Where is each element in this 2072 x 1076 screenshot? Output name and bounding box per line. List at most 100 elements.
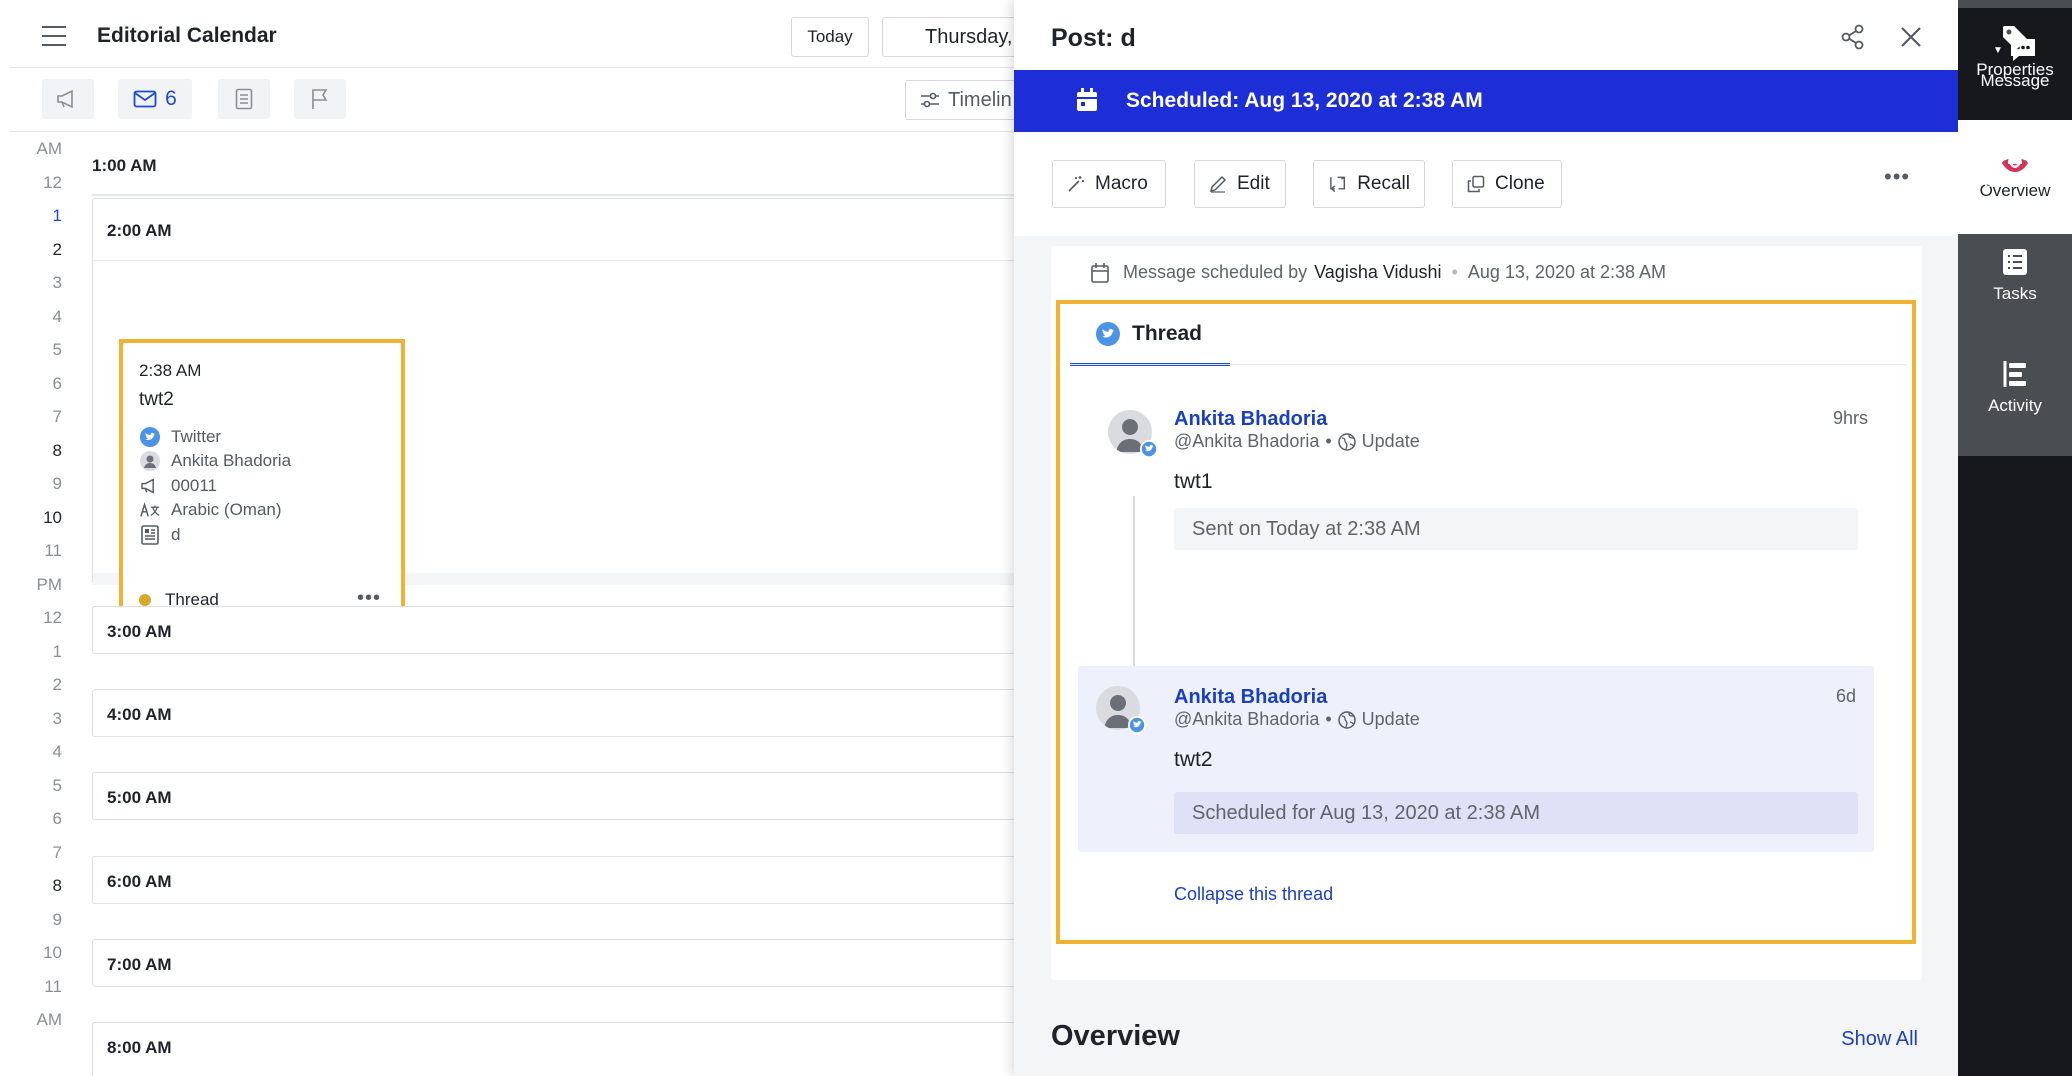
hour-label: 5 — [52, 340, 62, 359]
thread-section: Thread Ankita Bhadoria @Ankita Bhadoria … — [1056, 300, 1916, 944]
edit-button[interactable]: Edit — [1194, 160, 1286, 208]
hour-label: 9 — [52, 909, 62, 929]
tag-icon — [2003, 26, 2027, 50]
hour-label: 9 — [52, 474, 62, 493]
slot-5am-label: 5:00 AM — [107, 788, 172, 807]
hamburger-menu-icon[interactable] — [40, 22, 70, 52]
more-actions-icon[interactable]: ••• — [1884, 166, 1910, 188]
twitter-icon — [1096, 321, 1120, 346]
calendar-small-icon — [1091, 262, 1109, 283]
rail-collaborate-label: Collaborate — [1971, 172, 2059, 191]
clone-icon — [1467, 175, 1485, 193]
hour-label: 2 — [52, 239, 62, 259]
twitter-badge-icon — [1140, 440, 1158, 458]
hour-label: 2 — [52, 675, 62, 694]
tweet-author-name[interactable]: Ankita Bhadoria — [1174, 408, 1327, 431]
hour-label: 10 — [43, 943, 62, 962]
task-list-icon — [2003, 249, 2027, 275]
thread-tweet-selected: Ankita Bhadoria @Ankita Bhadoria • Updat… — [1078, 666, 1874, 852]
hour-label: 5 — [52, 775, 62, 795]
meta-separator-dot: • — [1451, 262, 1458, 282]
campaign-filter-button[interactable] — [42, 79, 94, 119]
hour-label: 3 — [52, 273, 62, 292]
macro-label: Macro — [1095, 173, 1148, 194]
message-count: 6 — [165, 87, 177, 110]
user-avatar-icon — [139, 450, 161, 472]
language-icon — [139, 499, 161, 521]
more-options-icon[interactable]: ••• — [357, 588, 381, 608]
today-button[interactable]: Today — [791, 17, 869, 57]
share-icon[interactable] — [1840, 24, 1868, 52]
right-rail: ▼ Message Overview Properties Collaborat… — [1958, 0, 2072, 1076]
tab-thread-label: Thread — [1132, 321, 1203, 345]
recall-icon — [1330, 176, 1346, 193]
tweet-action: Update — [1361, 431, 1420, 451]
scheduled-post-card[interactable]: 2:38 AM twt2 Twitter Ankita Bhadoria 000… — [119, 339, 405, 622]
hour-label: 6 — [52, 809, 62, 828]
tweet-handle: @Ankita Bhadoria — [1174, 709, 1320, 729]
tweet-text: twt1 — [1174, 470, 1213, 493]
tweet-time: 6d — [1835, 686, 1856, 706]
time-slot-7am[interactable]: 7:00 AM — [92, 939, 1014, 987]
time-slot-2am[interactable]: 2:00 AM 2:38 AM twt2 Twitter Ankita Bhad… — [92, 198, 1014, 622]
rail-item-tasks[interactable]: Tasks — [1958, 248, 2072, 304]
tweet-handle-row: @Ankita Bhadoria • Update — [1174, 709, 1420, 730]
tab-divider — [1070, 364, 1906, 365]
tweet-status: Scheduled for Aug 13, 2020 at 2:38 AM — [1174, 792, 1858, 834]
time-slot-8am[interactable]: 8:00 AM — [92, 1022, 1014, 1076]
post-channel: Twitter — [171, 427, 222, 446]
time-slot-6am[interactable]: 6:00 AM — [92, 856, 1014, 904]
post-document-icon — [139, 524, 161, 546]
clone-button[interactable]: Clone — [1452, 160, 1562, 208]
show-all-link[interactable]: Show All — [1841, 1028, 1918, 1051]
time-slot-4am[interactable]: 4:00 AM — [92, 689, 1014, 737]
post-name-row: d — [139, 523, 180, 547]
timeline-view-button[interactable]: Timelin — [905, 80, 1014, 120]
separator-dot: • — [1325, 431, 1332, 451]
hour-label: 11 — [44, 976, 62, 996]
globe-icon — [1337, 432, 1356, 451]
pencil-icon — [1209, 175, 1227, 193]
post-author-row: Ankita Bhadoria — [139, 449, 291, 473]
rail-item-activity[interactable]: Activity — [1958, 360, 2072, 416]
hour-label: 3 — [52, 708, 62, 728]
recall-button[interactable]: Recall — [1313, 160, 1425, 208]
message-meta: Message scheduled by Vagisha Vidushi • A… — [1091, 262, 1666, 283]
megaphone-icon — [57, 89, 73, 109]
close-icon[interactable] — [1898, 24, 1926, 52]
rail-item-collaborate[interactable]: Collaborate — [1958, 136, 2072, 192]
post-campaign-row: 00011 — [139, 474, 217, 498]
hour-label: 8 — [52, 876, 62, 895]
collapse-thread-link[interactable]: Collapse this thread — [1174, 884, 1333, 905]
milestones-filter-button[interactable] — [294, 79, 346, 119]
macro-button[interactable]: Macro — [1052, 160, 1166, 208]
tab-thread[interactable]: Thread — [1070, 304, 1230, 366]
notes-filter-button[interactable] — [218, 79, 270, 119]
messages-filter-button[interactable]: 6 — [118, 79, 192, 119]
date-picker-button[interactable]: Thursday, — [882, 17, 1014, 57]
post-details-panel: Post: d Scheduled: Aug 13, 2020 at 2:38 … — [1014, 0, 1958, 1076]
hour-label: 8 — [52, 440, 62, 460]
meta-prefix: Message scheduled by — [1123, 262, 1308, 282]
tweet-author-name[interactable]: Ankita Bhadoria — [1174, 686, 1327, 709]
rail-item-properties[interactable]: Properties — [1958, 24, 2072, 80]
envelope-icon — [133, 90, 157, 108]
time-slot-3am[interactable]: 3:00 AM — [92, 606, 1014, 654]
thread-tweet: Ankita Bhadoria @Ankita Bhadoria • Updat… — [1092, 384, 1888, 550]
post-channel-row: Twitter — [139, 425, 221, 449]
megaphone-icon — [139, 475, 161, 497]
slot-7am-label: 7:00 AM — [107, 955, 172, 974]
tweet-time: 9hrs — [1832, 408, 1868, 428]
hour-label: 7 — [52, 842, 62, 862]
hour-label: AM — [36, 1010, 63, 1029]
calendar-header: Editorial Calendar Today Thursday, — [10, 0, 1014, 68]
timeline-label: Timelin — [948, 88, 1012, 111]
edit-label: Edit — [1237, 173, 1270, 194]
tweet-action: Update — [1361, 709, 1420, 729]
post-actions-bar: Macro Edit Recall Clone ••• — [1014, 132, 1958, 236]
hour-label: 1 — [52, 206, 62, 225]
post-author: Ankita Bhadoria — [171, 451, 292, 470]
twitter-badge-icon — [1128, 716, 1146, 734]
hour-label: 4 — [52, 306, 62, 326]
time-slot-5am[interactable]: 5:00 AM — [92, 772, 1014, 820]
